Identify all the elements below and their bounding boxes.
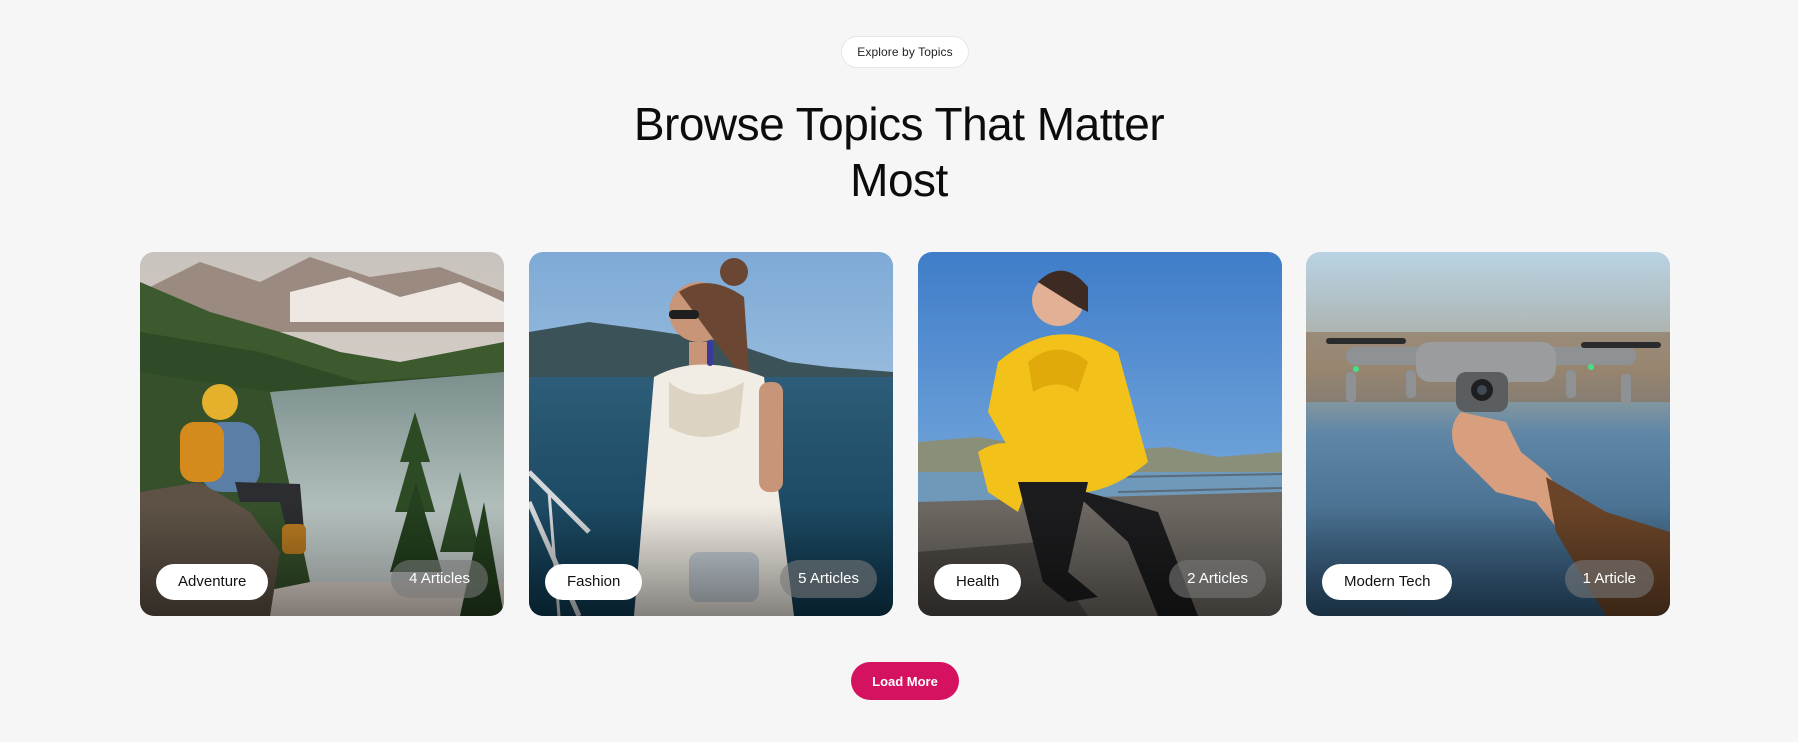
topic-label-fashion[interactable]: Fashion	[545, 564, 643, 600]
article-count-modern-tech: 1 Article	[1564, 560, 1654, 598]
load-more-button[interactable]: Load More	[851, 662, 959, 700]
topic-card-modern-tech[interactable]: Modern Tech 1 Article	[1306, 252, 1670, 616]
topic-card-health[interactable]: Health 2 Articles	[918, 252, 1282, 616]
topic-card-adventure[interactable]: Adventure 4 Articles	[140, 252, 504, 616]
eyebrow-badge: Explore by Topics	[841, 36, 969, 68]
topics-section: Explore by Topics Browse Topics That Mat…	[0, 0, 1798, 742]
section-title-line-2: Most	[850, 154, 948, 206]
topic-card-fashion[interactable]: Fashion 5 Articles	[529, 252, 893, 616]
article-count-adventure: 4 Articles	[391, 560, 488, 598]
topic-label-modern-tech[interactable]: Modern Tech	[1322, 564, 1453, 600]
topic-card-grid: Adventure 4 Articles Fashion 5 Articles …	[140, 252, 1670, 616]
section-title: Browse Topics That Matter Most	[549, 96, 1249, 208]
article-count-fashion: 5 Articles	[780, 560, 877, 598]
article-count-health: 2 Articles	[1169, 560, 1266, 598]
topic-label-adventure[interactable]: Adventure	[156, 564, 269, 600]
section-title-line-1: Browse Topics That Matter	[633, 98, 1165, 150]
topic-label-health[interactable]: Health	[934, 564, 1022, 600]
